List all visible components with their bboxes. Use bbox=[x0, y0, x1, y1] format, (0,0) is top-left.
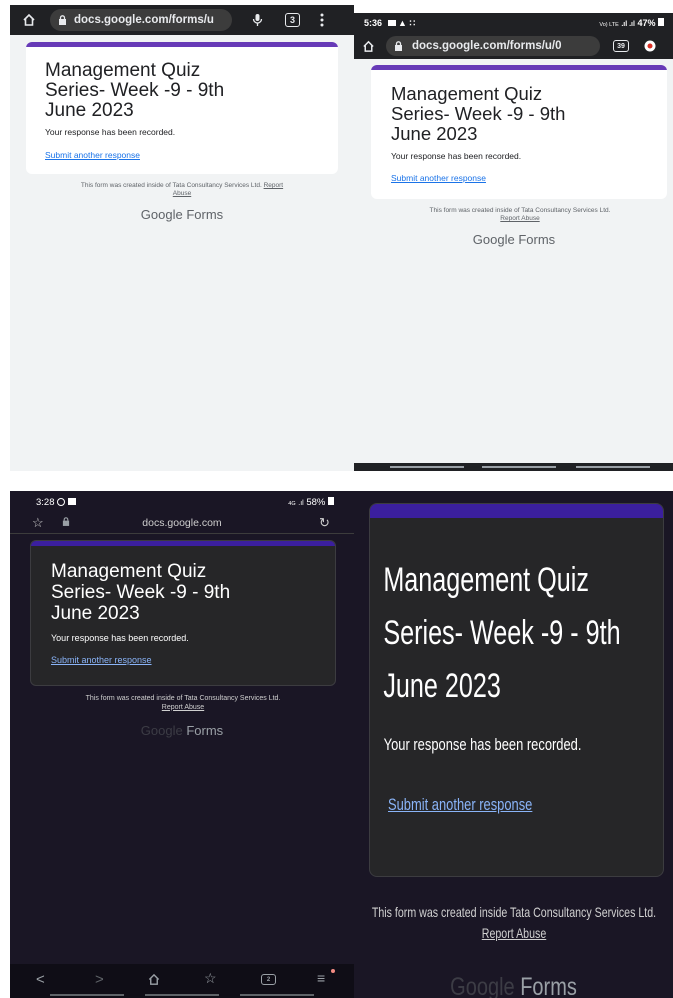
url-text: docs.google.com/forms/u/0 bbox=[412, 40, 562, 52]
report-abuse-link[interactable]: Report Abuse bbox=[482, 925, 546, 941]
url-text[interactable]: docs.google.com bbox=[10, 517, 354, 529]
submit-another-link[interactable]: Submit another response bbox=[51, 655, 152, 665]
navigation-bar bbox=[354, 463, 673, 471]
reload-icon[interactable]: ↻ bbox=[319, 515, 330, 531]
url-bar[interactable]: docs.google.com/forms/u bbox=[50, 9, 232, 31]
form-footer: This form was created inside of Tata Con… bbox=[80, 182, 284, 197]
image-icon bbox=[67, 497, 76, 505]
home-icon[interactable] bbox=[147, 973, 161, 986]
browser-toolbar: docs.google.com/forms/u/0 39 bbox=[354, 33, 673, 59]
response-card: Management Quiz Series- Week -9 - 9th Ju… bbox=[371, 65, 667, 199]
google-forms-logo: Google Forms bbox=[140, 723, 224, 738]
toolbar-divider bbox=[10, 533, 354, 534]
confirmation-message: Your response has been recorded. bbox=[51, 633, 189, 643]
google-forms-logo: Google Forms bbox=[140, 207, 224, 222]
signal-icon: .ıl .ıl bbox=[621, 21, 635, 28]
nav-recents-indicator[interactable] bbox=[390, 466, 464, 468]
extension-icon[interactable] bbox=[644, 40, 656, 52]
more-vert-icon[interactable] bbox=[320, 13, 324, 27]
form-title: Management Quiz Series- Week -9 - 9th Ju… bbox=[383, 561, 621, 705]
panel-light-status: 5:36 ▲ ∷ Vo) LTE .ıl .ıl 47% docs.google… bbox=[354, 13, 673, 471]
panel-dark-zoomed: Management Quiz Series- Week -9 - 9th Ju… bbox=[354, 491, 673, 998]
url-text: docs.google.com/forms/u bbox=[74, 14, 214, 26]
bottom-navigation: < > ☆ 2 ≡ bbox=[10, 964, 354, 998]
back-icon[interactable]: < bbox=[36, 971, 45, 988]
response-card: Management Quiz Series- Week -9 - 9th Ju… bbox=[369, 503, 664, 877]
confirmation-message: Your response has been recorded. bbox=[45, 127, 176, 137]
lock-icon bbox=[394, 41, 403, 51]
browser-toolbar: ☆ docs.google.com ↻ bbox=[10, 513, 354, 533]
status-right: Vo) LTE .ıl .ıl 47% bbox=[599, 18, 664, 28]
url-bar[interactable]: docs.google.com/forms/u/0 bbox=[386, 36, 600, 56]
status-bar: 5:36 ▲ ∷ Vo) LTE .ıl .ıl 47% bbox=[354, 13, 673, 33]
panel-dark-browser: 3:28 4G .ıl 58% ☆ docs.google.com ↻ Mana… bbox=[10, 491, 354, 998]
home-icon[interactable] bbox=[360, 40, 376, 53]
google-forms-logo: Google Forms bbox=[450, 973, 577, 998]
submit-another-link[interactable]: Submit another response bbox=[45, 150, 140, 160]
panel-light-chrome: docs.google.com/forms/u 3 Management Qui… bbox=[10, 5, 354, 471]
card-accent-bar bbox=[370, 504, 663, 518]
report-abuse-link[interactable]: Report Abuse bbox=[500, 215, 539, 222]
nav-back-indicator[interactable] bbox=[576, 466, 650, 468]
bookmarks-icon[interactable]: ☆ bbox=[204, 970, 217, 987]
status-right: 4G .ıl 58% bbox=[288, 496, 334, 508]
home-icon[interactable] bbox=[18, 13, 40, 27]
submit-another-link[interactable]: Submit another response bbox=[391, 173, 486, 183]
status-left: 3:28 bbox=[36, 497, 76, 508]
menu-notification-dot bbox=[331, 969, 335, 973]
tabs-icon[interactable]: 2 bbox=[261, 974, 276, 985]
form-footer: This form was created inside of Tata Con… bbox=[85, 695, 281, 711]
report-abuse-link[interactable]: Report Abuse bbox=[162, 704, 204, 711]
confirmation-message: Your response has been recorded. bbox=[391, 151, 522, 161]
form-title: Management Quiz Series- Week -9 - 9th Ju… bbox=[51, 561, 231, 624]
submit-another-link[interactable]: Submit another response bbox=[388, 795, 532, 815]
microphone-icon[interactable] bbox=[252, 13, 263, 27]
form-footer: This form was created inside of Tata Con… bbox=[429, 207, 611, 222]
signal-icon: .ıl bbox=[298, 499, 304, 507]
status-bar: 3:28 4G .ıl 58% bbox=[10, 491, 354, 513]
dots-icon: ∷ bbox=[409, 17, 416, 28]
google-forms-logo: Google Forms bbox=[472, 232, 556, 247]
form-title: Management Quiz Series- Week -9 - 9th Ju… bbox=[45, 60, 225, 121]
battery-icon bbox=[328, 496, 334, 505]
screenshot-collage: docs.google.com/forms/u 3 Management Qui… bbox=[0, 0, 673, 998]
forward-icon[interactable]: > bbox=[95, 971, 104, 988]
alert-icon: ▲ bbox=[398, 17, 407, 28]
confirmation-message: Your response has been recorded. bbox=[383, 735, 582, 754]
form-footer: This form was created inside Tata Consul… bbox=[371, 904, 657, 941]
lock-icon bbox=[58, 15, 67, 25]
nav-gesture-indicators bbox=[50, 994, 314, 996]
response-card: Management Quiz Series- Week -9 - 9th Ju… bbox=[30, 540, 336, 686]
whatsapp-icon bbox=[57, 497, 66, 506]
tab-count-button[interactable]: 3 bbox=[285, 13, 300, 27]
status-time: 5:36 ▲ ∷ bbox=[364, 17, 416, 28]
tab-count-button[interactable]: 39 bbox=[613, 40, 629, 52]
battery-icon bbox=[658, 18, 664, 26]
message-icon bbox=[387, 19, 396, 26]
nav-home-indicator[interactable] bbox=[482, 466, 556, 468]
response-card: Management Quiz Series- Week -9 - 9th Ju… bbox=[26, 42, 338, 174]
form-title: Management Quiz Series- Week -9 - 9th Ju… bbox=[391, 83, 566, 144]
menu-icon[interactable]: ≡ bbox=[317, 970, 325, 986]
browser-toolbar: docs.google.com/forms/u 3 bbox=[10, 5, 354, 35]
